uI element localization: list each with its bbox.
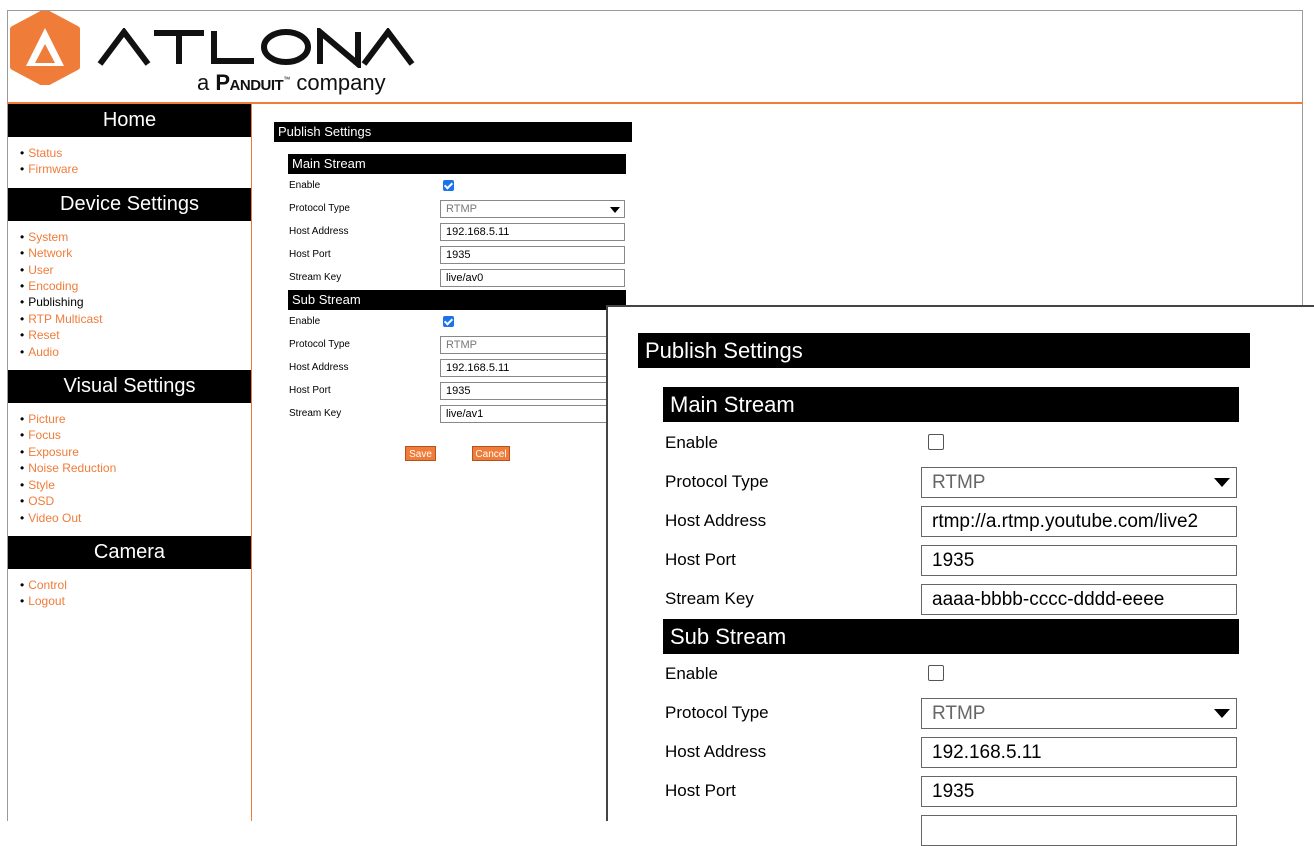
sub-enable-label: Enable — [289, 316, 321, 327]
zoom-sub-protocol-label: Protocol Type — [665, 703, 769, 722]
zoom-main-port-label: Host Port — [665, 550, 736, 569]
atlona-logo-icon — [10, 11, 80, 85]
zoom-sub-key-input[interactable] — [921, 815, 1237, 846]
sidebar-item-picture[interactable]: Picture — [20, 411, 251, 427]
sidebar-item-user[interactable]: User — [20, 262, 251, 278]
sidebar-item-publishing[interactable]: Publishing — [20, 294, 251, 310]
sidebar-item-rtp-multicast[interactable]: RTP Multicast — [20, 311, 251, 327]
zoomed-detail-panel: Publish Settings Main Stream Enable Prot… — [606, 305, 1314, 846]
sidebar-item-status[interactable]: Status — [20, 145, 251, 161]
sidebar-item-logout[interactable]: Logout — [20, 593, 251, 609]
chevron-down-icon — [1214, 709, 1230, 718]
save-button[interactable]: Save — [405, 446, 436, 461]
zoom-sub-port-input[interactable]: 1935 — [921, 776, 1237, 807]
main-enable-checkbox[interactable] — [443, 180, 454, 191]
main-protocol-label: Protocol Type — [289, 203, 350, 214]
zoom-sub-protocol-select[interactable]: RTMP — [921, 698, 1237, 729]
sidebar-heading-home: Home — [8, 104, 251, 137]
sidebar-item-style[interactable]: Style — [20, 477, 251, 493]
zoom-main-key-input[interactable]: aaaa-bbbb-cccc-dddd-eeee — [921, 584, 1237, 615]
cancel-button[interactable]: Cancel — [472, 446, 510, 461]
zoom-sub-host-input[interactable]: 192.168.5.11 — [921, 737, 1237, 768]
sidebar-item-noise-reduction[interactable]: Noise Reduction — [20, 460, 251, 476]
sidebar-item-reset[interactable]: Reset — [20, 327, 251, 343]
sidebar-item-encoding[interactable]: Encoding — [20, 278, 251, 294]
sub-host-label: Host Address — [289, 362, 349, 373]
sub-key-input[interactable]: live/av1 — [440, 405, 625, 423]
zoom-publish-settings-title: Publish Settings — [638, 333, 1250, 368]
zoom-main-protocol-label: Protocol Type — [665, 472, 769, 491]
sidebar-item-system[interactable]: System — [20, 229, 251, 245]
sub-protocol-label: Protocol Type — [289, 339, 350, 350]
sub-host-input[interactable]: 192.168.5.11 — [440, 359, 625, 377]
zoom-main-enable-label: Enable — [665, 433, 718, 452]
sidebar-item-osd[interactable]: OSD — [20, 493, 251, 509]
sidebar-item-audio[interactable]: Audio — [20, 344, 251, 360]
main-port-label: Host Port — [289, 249, 331, 260]
atlona-wordmark — [97, 28, 415, 68]
main-protocol-select[interactable]: RTMP — [440, 200, 625, 218]
sidebar-heading-device-settings: Device Settings — [8, 187, 251, 221]
main-host-input[interactable]: 192.168.5.11 — [440, 223, 625, 241]
zoom-sub-stream-heading: Sub Stream — [663, 619, 1239, 654]
main-key-label: Stream Key — [289, 272, 342, 283]
publish-settings-title: Publish Settings — [274, 122, 632, 142]
sidebar-item-video-out[interactable]: Video Out — [20, 510, 251, 526]
sub-port-label: Host Port — [289, 385, 331, 396]
zoom-main-host-input[interactable]: rtmp://a.rtmp.youtube.com/live2 — [921, 506, 1237, 537]
zoom-main-port-input[interactable]: 1935 — [921, 545, 1237, 576]
chevron-down-icon — [1214, 478, 1230, 487]
zoom-main-key-label: Stream Key — [665, 589, 754, 608]
sub-stream-heading: Sub Stream — [288, 290, 626, 310]
sub-protocol-select[interactable]: RTMP — [440, 336, 625, 354]
zoom-sub-host-label: Host Address — [665, 742, 767, 761]
sidebar-item-firmware[interactable]: Firmware — [20, 161, 251, 177]
zoom-sub-port-label: Host Port — [665, 781, 736, 800]
zoom-main-stream-heading: Main Stream — [663, 387, 1239, 422]
zoom-main-host-label: Host Address — [665, 511, 767, 530]
logo-tagline: a Panduit™ company — [197, 70, 386, 95]
main-stream-heading: Main Stream — [288, 154, 626, 174]
sidebar-item-exposure[interactable]: Exposure — [20, 444, 251, 460]
sidebar-heading-camera: Camera — [8, 535, 251, 569]
sub-port-input[interactable]: 1935 — [440, 382, 625, 400]
main-enable-label: Enable — [289, 180, 321, 191]
zoom-main-protocol-select[interactable]: RTMP — [921, 467, 1237, 498]
sub-enable-checkbox[interactable] — [443, 316, 454, 327]
main-host-label: Host Address — [289, 226, 349, 237]
sidebar-item-focus[interactable]: Focus — [20, 427, 251, 443]
main-key-input[interactable]: live/av0 — [440, 269, 625, 287]
zoom-sub-enable-label: Enable — [665, 664, 718, 683]
sidebar-heading-visual-settings: Visual Settings — [8, 370, 251, 404]
chevron-down-icon — [610, 207, 620, 213]
main-port-input[interactable]: 1935 — [440, 246, 625, 264]
sidebar-item-control[interactable]: Control — [20, 577, 251, 593]
sidebar-nav: Home Status Firmware Device Settings Sys… — [8, 104, 252, 821]
zoom-main-enable-checkbox[interactable] — [928, 434, 944, 450]
sidebar-item-network[interactable]: Network — [20, 245, 251, 261]
zoom-sub-enable-checkbox[interactable] — [928, 665, 944, 681]
sub-key-label: Stream Key — [289, 408, 342, 419]
panduit-brand: Panduit — [215, 70, 284, 95]
